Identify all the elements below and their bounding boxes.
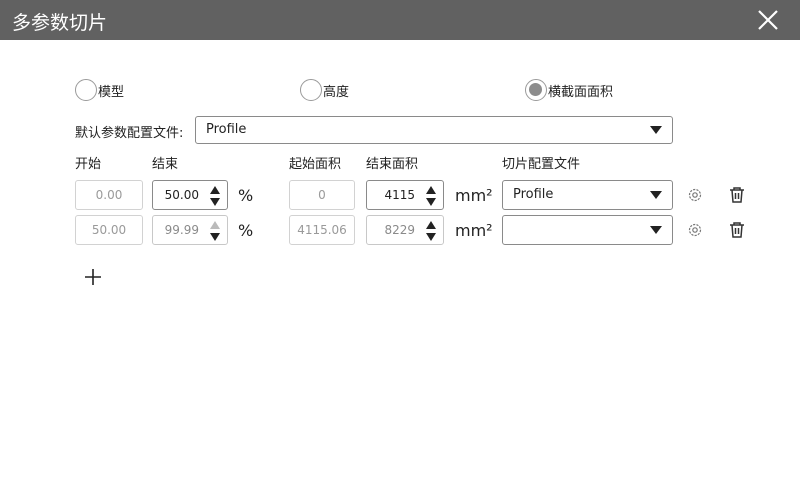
row2-slice-profile-select[interactable] [502,215,673,245]
title-bar: 多参数切片 [0,0,800,40]
row1-slice-profile-select[interactable]: Profile [502,180,673,210]
default-profile-label: 默认参数配置文件: [75,126,184,141]
row1-end-area-spinbox[interactable]: 4115 [366,180,444,210]
radio-cross-section-area-label: 横截面面积 [548,84,614,100]
radio-height-label: 高度 [323,84,350,100]
row2-percent-unit: % [238,221,254,240]
chevron-down-icon [650,191,662,199]
radio-model[interactable]: 模型 [75,77,124,103]
column-header-start-area: 起始面积 [289,157,342,172]
spin-arrows-icon[interactable] [209,185,221,207]
row1-end-value: 50.00 [164,188,199,202]
default-profile-value: Profile [206,122,247,137]
row1-area-unit: mm² [455,186,493,205]
row1-start-area-field: 0 [289,180,355,210]
column-header-start: 开始 [75,157,102,172]
plus-icon[interactable] [84,268,102,286]
row2-end-value: 99.99 [164,223,199,237]
trash-icon[interactable] [728,221,746,239]
row2-area-unit: mm² [455,221,493,240]
column-header-end: 结束 [152,157,179,172]
row1-end-area-value: 4115 [384,188,415,202]
radio-height[interactable]: 高度 [300,77,349,103]
row2-end-spinbox[interactable]: 99.99 [152,215,228,245]
row2-start-field: 50.00 [75,215,143,245]
radio-cross-section-area[interactable]: 横截面面积 [525,77,613,103]
default-profile-select[interactable]: Profile [195,116,673,144]
row2-end-area-value: 8229 [384,223,415,237]
radio-model-label: 模型 [98,84,125,100]
row1-start-field: 0.00 [75,180,143,210]
chevron-down-icon [650,126,662,134]
radio-height-circle[interactable] [300,79,322,101]
spin-arrows-icon[interactable] [209,220,221,242]
window-title: 多参数切片 [12,12,108,34]
close-icon[interactable] [754,6,782,34]
radio-cross-section-area-circle[interactable] [525,79,547,101]
row2-end-area-spinbox[interactable]: 8229 [366,215,444,245]
spin-arrows-icon[interactable] [425,220,437,242]
column-header-end-area: 结束面积 [366,157,419,172]
spin-arrows-icon[interactable] [425,185,437,207]
row1-slice-profile-value: Profile [513,187,554,202]
row2-start-area-field: 4115.06 [289,215,355,245]
gear-icon[interactable] [686,186,704,204]
row1-percent-unit: % [238,186,254,205]
radio-model-circle[interactable] [75,79,97,101]
chevron-down-icon [650,226,662,234]
row1-end-spinbox[interactable]: 50.00 [152,180,228,210]
trash-icon[interactable] [728,186,746,204]
gear-icon[interactable] [686,221,704,239]
column-header-slice-profile: 切片配置文件 [502,157,581,172]
